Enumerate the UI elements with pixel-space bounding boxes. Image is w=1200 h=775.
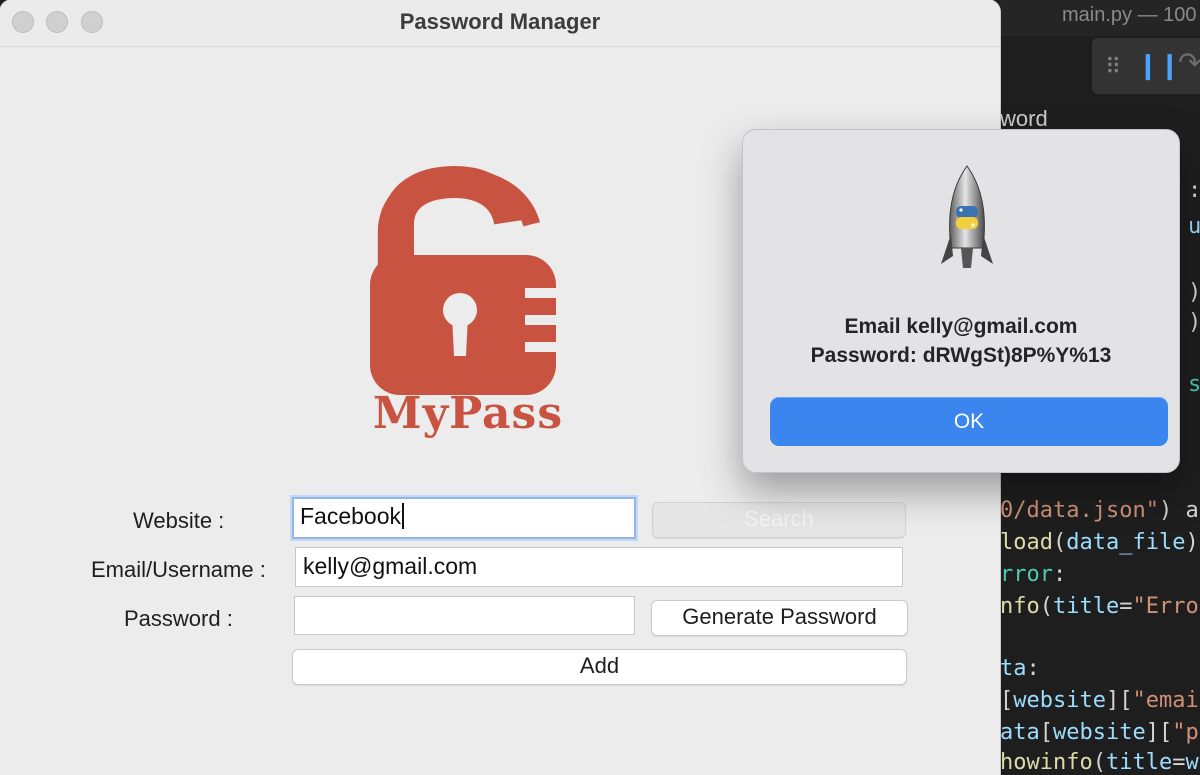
code-fragment: ) <box>1188 280 1200 305</box>
website-input[interactable]: Facebook <box>292 497 636 539</box>
code-variable: ata <box>1000 720 1040 745</box>
code-line: load(data_file) <box>1000 530 1199 555</box>
add-button[interactable]: Add <box>292 649 907 685</box>
code-text: : <box>1026 656 1040 681</box>
code-fragment: u <box>1188 214 1200 239</box>
code-text: : <box>1052 562 1067 587</box>
code-string: "email <box>1132 688 1200 713</box>
code-text: ) <box>1185 530 1199 555</box>
pause-icon[interactable]: ❙❙ <box>1137 50 1181 81</box>
generate-password-button[interactable]: Generate Password <box>651 600 908 636</box>
code-variable: title <box>1105 750 1173 775</box>
password-input[interactable] <box>294 596 635 635</box>
code-class: rror <box>1000 562 1053 587</box>
website-input-text: Facebook <box>300 503 402 529</box>
code-line: nfo(title="Error <box>1000 594 1200 619</box>
email-input[interactable]: kelly@gmail.com <box>295 547 903 587</box>
dialog-message-password: Password: dRWgSt)8P%Y%13 <box>810 344 1112 367</box>
code-line: howinfo(title=we <box>1000 750 1200 775</box>
logo-text: MyPass <box>372 388 564 439</box>
code-string: 0/data.json" <box>1000 498 1159 523</box>
code-fragment: s <box>1188 372 1200 397</box>
code-function: nfo <box>1000 594 1040 619</box>
code-fragment: ) <box>1188 310 1200 335</box>
code-line: 0/data.json") as <box>1000 498 1200 523</box>
code-variable: website <box>1053 720 1146 745</box>
code-line: rror: <box>1000 562 1066 587</box>
ok-button[interactable]: OK <box>770 397 1168 446</box>
dialog-message-email: Email kelly@gmail.com <box>844 315 1078 338</box>
code-string: "Error <box>1132 594 1200 619</box>
code-variable: data_file <box>1066 530 1186 555</box>
code-text: ) as <box>1158 498 1200 523</box>
text-caret <box>402 503 405 529</box>
code-variable: we <box>1185 750 1200 775</box>
window-title: Password Manager <box>399 9 601 34</box>
window-titlebar: Password Manager <box>0 0 1000 47</box>
code-variable: ta <box>1000 656 1027 681</box>
code-line: ata[website]["pa <box>1000 720 1200 745</box>
code-string: "pa <box>1172 720 1200 745</box>
code-variable: website <box>1013 688 1106 713</box>
code-function: load <box>1000 530 1053 555</box>
password-label: Password : <box>124 606 233 631</box>
info-alert-dialog: Email kelly@gmail.com Password: dRWgSt)8… <box>742 129 1180 473</box>
search-button[interactable]: Search <box>652 502 906 538</box>
email-label: Email/Username : <box>91 557 266 582</box>
website-label: Website : <box>133 508 225 533</box>
drag-grip-icon[interactable]: ⠿ <box>1105 54 1121 80</box>
python-launcher-rocket-icon <box>941 165 993 268</box>
code-variable: title <box>1053 594 1120 619</box>
code-function: howinfo <box>1000 750 1093 775</box>
step-over-icon[interactable]: ↷ <box>1178 46 1200 79</box>
code-fragment: : <box>1188 178 1200 203</box>
code-line: [website]["email <box>1000 688 1200 713</box>
code-line: ta: <box>1000 656 1040 681</box>
editor-tab-title: main.py — 100 <box>1062 4 1197 26</box>
